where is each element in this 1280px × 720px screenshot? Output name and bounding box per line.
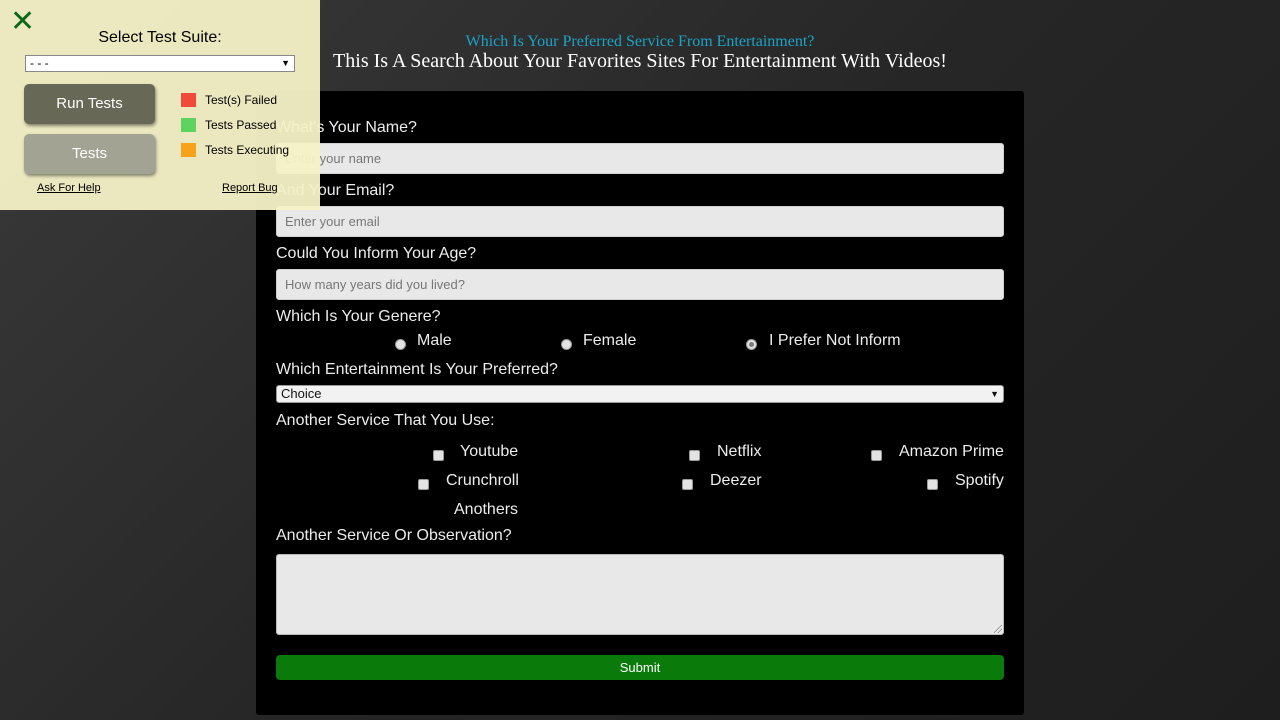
gender-not-inform-radio[interactable] [746,339,757,350]
amazon-prime-checkbox[interactable] [871,450,882,461]
test-suite-select-value: - - - [30,56,49,70]
spotify-checkbox[interactable] [927,479,938,490]
crunchroll-label: Crunchroll [446,472,519,489]
ask-for-help-link[interactable]: Ask For Help [37,182,101,194]
survey-form: What's Your Name? And Your Email? Could … [256,91,1024,715]
email-input[interactable] [276,206,1004,237]
failed-swatch [181,93,196,107]
executing-swatch [181,143,196,157]
submit-button[interactable]: Submit [276,655,1004,680]
test-suite-heading: Select Test Suite: [98,29,222,46]
crunchroll-checkbox[interactable] [418,479,429,490]
legend-failed-label: Test(s) Failed [205,93,278,107]
entertainment-select-value: Choice [281,386,322,401]
legend-passed-label: Tests Passed [205,118,277,132]
gender-female-radio[interactable] [561,339,572,350]
tests-button[interactable]: Tests [24,134,155,174]
chevron-down-icon: ▼ [281,58,290,68]
entertainment-select[interactable]: Choice ▼ [276,385,1004,403]
spotify-label: Spotify [955,472,1004,489]
entertainment-label: Which Entertainment Is Your Preferred? [276,361,558,378]
gender-male-label: Male [417,332,452,349]
youtube-label: Youtube [460,443,519,460]
resize-grip-icon[interactable] [994,625,1002,633]
report-bug-link[interactable]: Report Bug [222,182,278,194]
deezer-label: Deezer [710,472,762,489]
gender-male-radio[interactable] [395,339,406,350]
anothers-label: Anothers [454,501,519,518]
test-suite-select[interactable]: - - - ▼ [25,55,295,72]
test-panel: ✕ Select Test Suite: - - - ▼ Run Tests T… [0,0,320,210]
passed-swatch [181,118,196,132]
name-input[interactable] [276,143,1004,174]
netflix-checkbox[interactable] [689,450,700,461]
gender-not-inform-label: I Prefer Not Inform [769,332,901,349]
youtube-checkbox[interactable] [433,450,444,461]
gender-label: Which Is Your Genere? [276,308,441,325]
age-label: Could You Inform Your Age? [276,245,477,262]
observation-label: Another Service Or Observation? [276,527,512,544]
run-tests-button[interactable]: Run Tests [24,84,155,124]
age-input[interactable] [276,269,1004,300]
services-label: Another Service That You Use: [276,412,495,429]
gender-female-label: Female [583,332,637,349]
netflix-label: Netflix [717,443,762,460]
observation-textarea[interactable] [276,554,1004,635]
deezer-checkbox[interactable] [682,479,693,490]
legend-executing-label: Tests Executing [205,143,290,157]
chevron-down-icon: ▼ [990,389,999,399]
amazon-prime-label: Amazon Prime [899,443,1004,460]
